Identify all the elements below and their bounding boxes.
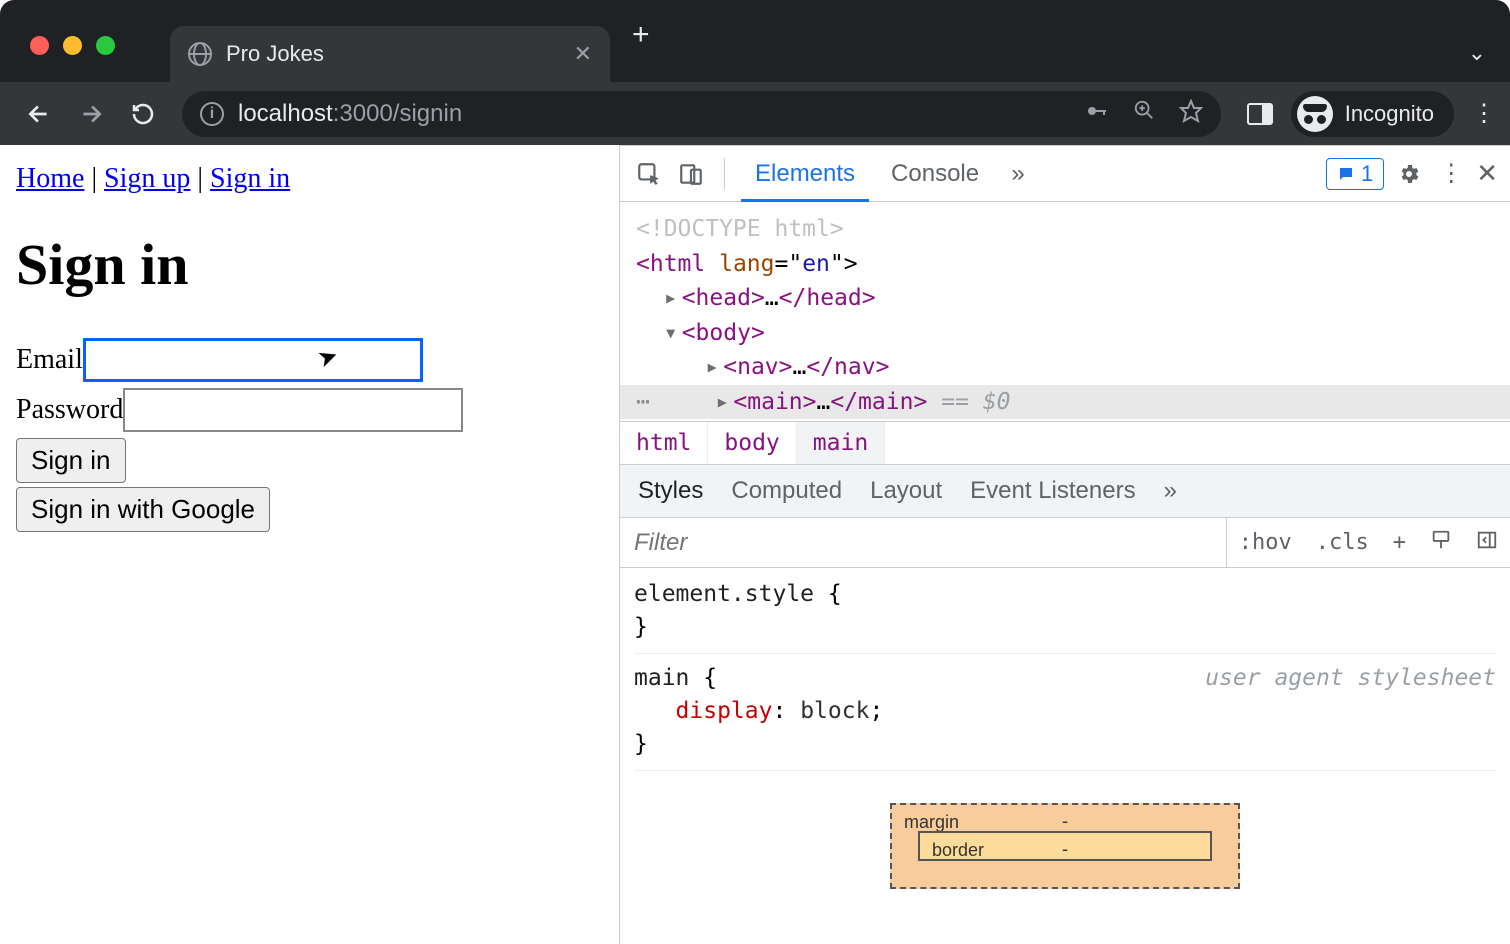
browser-tab[interactable]: Pro Jokes ✕ [170, 26, 610, 82]
box-model: margin - border - [634, 779, 1496, 889]
crumb-main[interactable]: main [797, 422, 885, 464]
devtools-close-button[interactable]: ✕ [1476, 158, 1498, 189]
tab-strip: Pro Jokes ✕ + ⌄ [0, 0, 1510, 82]
password-label: Password [16, 394, 123, 425]
close-tab-button[interactable]: ✕ [574, 41, 592, 67]
globe-icon [188, 42, 212, 66]
tab-elements[interactable]: Elements [741, 146, 869, 202]
browser-toolbar: i localhost:3000/signin Incognito [0, 82, 1510, 145]
tab-title: Pro Jokes [226, 41, 324, 67]
new-style-rule-button[interactable]: + [1381, 530, 1418, 555]
dom-main-selected[interactable]: ⋯ ▸<main>…</main>== $0 [620, 385, 1510, 420]
computed-sidebar-toggle-icon[interactable] [1464, 529, 1510, 557]
back-button[interactable] [18, 93, 60, 135]
reload-button[interactable] [122, 93, 164, 135]
maximize-window-button[interactable] [96, 36, 115, 55]
email-row: Email [16, 338, 603, 382]
rule-main[interactable]: user agent stylesheet main { display: bl… [634, 662, 1496, 771]
nav-signin-link[interactable]: Sign in [210, 163, 290, 194]
box-model-margin[interactable]: margin - border - [890, 803, 1240, 889]
site-info-icon[interactable]: i [200, 102, 224, 126]
tab-styles[interactable]: Styles [638, 464, 703, 518]
more-styles-tabs-icon[interactable]: » [1164, 477, 1177, 505]
cls-toggle[interactable]: .cls [1304, 530, 1381, 555]
toolbar-right: Incognito ⋮ [1247, 91, 1492, 137]
styles-rules[interactable]: element.style { } user agent stylesheet … [620, 568, 1510, 944]
webpage-viewport: Home | Sign up | Sign in Sign in ➤ Email… [0, 145, 620, 944]
dom-html[interactable]: <html lang="en"> [636, 247, 1494, 282]
incognito-indicator[interactable]: Incognito [1291, 91, 1454, 137]
zoom-icon[interactable] [1133, 99, 1155, 129]
dom-breadcrumb: html body main [620, 421, 1510, 464]
bookmark-star-icon[interactable] [1179, 99, 1203, 129]
content-area: Home | Sign up | Sign in Sign in ➤ Email… [0, 145, 1510, 944]
tab-layout[interactable]: Layout [870, 477, 942, 505]
devtools-settings-icon[interactable] [1392, 157, 1426, 191]
styles-tabbar: Styles Computed Layout Event Listeners » [620, 464, 1510, 518]
styles-toolbar: :hov .cls + [620, 518, 1510, 568]
url-text: localhost:3000/signin [238, 100, 462, 128]
dom-body[interactable]: ▾<body> [636, 316, 1494, 351]
new-tab-button[interactable]: + [632, 18, 650, 52]
devtools-menu-icon[interactable]: ⋮ [1434, 157, 1468, 191]
side-panel-icon[interactable] [1247, 103, 1273, 125]
forward-button[interactable] [70, 93, 112, 135]
issues-count: 1 [1361, 161, 1373, 187]
password-input[interactable] [123, 388, 463, 432]
devtools-tabbar: Elements Console » 1 ⋮ ✕ [620, 146, 1510, 202]
address-bar[interactable]: i localhost:3000/signin [182, 91, 1221, 137]
email-input[interactable] [83, 338, 423, 382]
crumb-body[interactable]: body [708, 422, 796, 464]
browser-menu-button[interactable]: ⋮ [1472, 110, 1492, 118]
google-signin-button[interactable]: Sign in with Google [16, 487, 270, 532]
incognito-icon [1297, 96, 1333, 132]
password-row: Password [16, 388, 603, 432]
more-tabs-icon[interactable]: » [1001, 157, 1035, 191]
window-controls [30, 36, 115, 55]
dom-doctype: <!DOCTYPE html> [636, 212, 1494, 247]
paint-flashing-icon[interactable] [1418, 529, 1464, 557]
tab-console[interactable]: Console [877, 146, 993, 202]
dom-tree[interactable]: <!DOCTYPE html> <html lang="en"> ▸<head>… [620, 202, 1510, 421]
minimize-window-button[interactable] [63, 36, 82, 55]
dom-row-actions-icon[interactable]: ⋯ [636, 385, 650, 420]
omnibox-actions [1085, 99, 1203, 129]
signin-button[interactable]: Sign in [16, 438, 126, 483]
styles-filter-input[interactable] [620, 518, 1227, 567]
page-nav: Home | Sign up | Sign in [16, 163, 603, 195]
crumb-html[interactable]: html [620, 422, 708, 464]
dom-nav[interactable]: ▸<nav>…</nav> [636, 350, 1494, 385]
email-label: Email [16, 344, 83, 375]
incognito-label: Incognito [1345, 101, 1434, 127]
dom-head[interactable]: ▸<head>…</head> [636, 281, 1494, 316]
rule-source: user agent stylesheet [1205, 662, 1496, 695]
tabs-dropdown-button[interactable]: ⌄ [1468, 40, 1486, 66]
inspect-element-icon[interactable] [632, 157, 666, 191]
nav-home-link[interactable]: Home [16, 163, 84, 194]
nav-signup-link[interactable]: Sign up [104, 163, 190, 194]
devtools-panel: Elements Console » 1 ⋮ ✕ <!DOCTYPE html>… [620, 145, 1510, 944]
tab-event-listeners[interactable]: Event Listeners [970, 477, 1135, 505]
issues-chip[interactable]: 1 [1326, 158, 1384, 190]
tab-computed[interactable]: Computed [731, 477, 842, 505]
device-toolbar-icon[interactable] [674, 157, 708, 191]
hov-toggle[interactable]: :hov [1227, 530, 1304, 555]
box-model-border[interactable]: border - [918, 831, 1212, 861]
close-window-button[interactable] [30, 36, 49, 55]
page-title: Sign in [16, 231, 603, 298]
password-key-icon[interactable] [1085, 99, 1109, 129]
rule-element-style[interactable]: element.style { } [634, 578, 1496, 654]
browser-chrome: Pro Jokes ✕ + ⌄ i localhost:3000/signin [0, 0, 1510, 145]
